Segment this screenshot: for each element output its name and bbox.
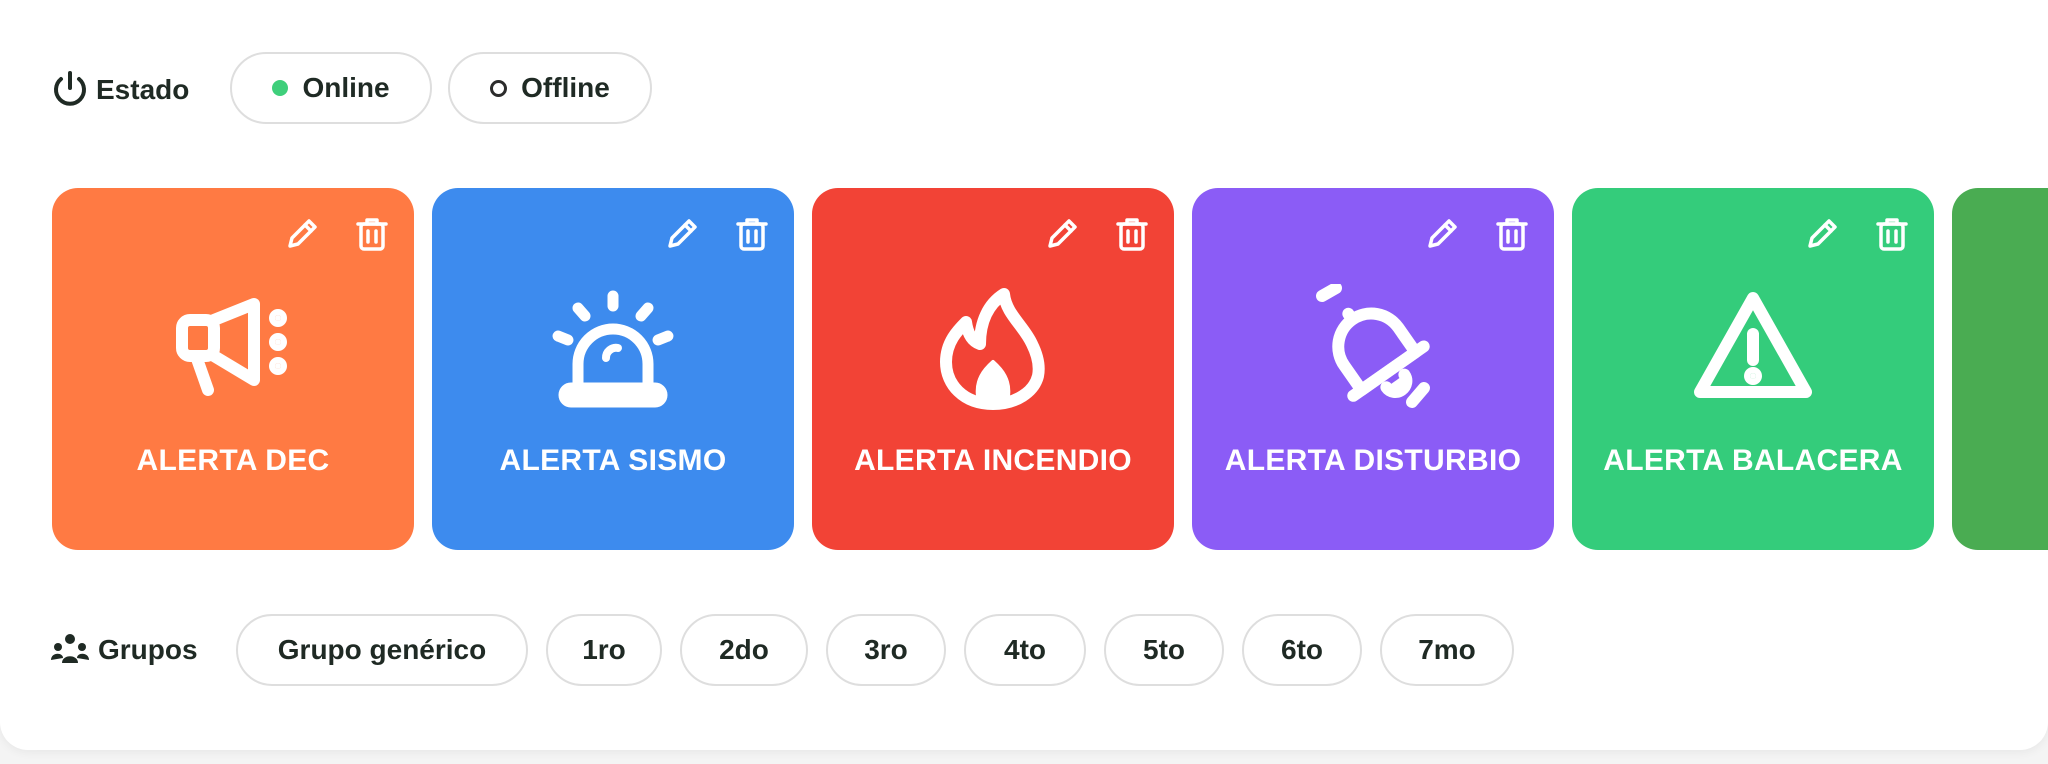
grupos-label: Grupos — [98, 634, 198, 665]
megaphone-icon — [168, 284, 298, 414]
users-group-icon — [50, 630, 90, 670]
group-chip-4to[interactable]: 4to — [964, 614, 1086, 686]
group-chip-label: 1ro — [582, 634, 626, 665]
alert-card-sismo[interactable]: ALERTA SISMO — [432, 188, 794, 550]
alert-panel: Estado Online Offline ALERTA DEC ALERTA … — [0, 0, 2048, 750]
alert-card-disturbio[interactable]: ALERTA DISTURBIO — [1192, 188, 1554, 550]
online-dot-icon — [272, 80, 289, 96]
alert-card-partial[interactable] — [1952, 188, 2048, 550]
group-chip-7mo[interactable]: 7mo — [1380, 614, 1514, 686]
group-chip-label: 3ro — [864, 634, 908, 665]
offline-dot-icon — [490, 79, 508, 97]
alert-title: ALERTA SISMO — [499, 444, 727, 477]
status-offline-label: Offline — [521, 72, 610, 103]
bell-off-icon — [1308, 284, 1438, 414]
alert-title: ALERTA INCENDIO — [854, 444, 1132, 477]
group-chip-label: 2do — [719, 634, 769, 665]
delete-trash-icon[interactable] — [732, 214, 772, 254]
alert-title: ALERTA DISTURBIO — [1224, 444, 1522, 477]
alert-title: ALERTA BALACERA — [1603, 444, 1903, 477]
group-chip-label: 7mo — [1418, 634, 1476, 665]
edit-pencil-icon[interactable] — [1422, 214, 1462, 254]
estado-label: Estado — [96, 74, 190, 105]
grupos-label-group: Grupos — [50, 630, 198, 670]
alert-card-incendio[interactable]: ALERTA INCENDIO — [812, 188, 1174, 550]
alert-title: ALERTA DEC — [136, 444, 330, 477]
group-chip-6to[interactable]: 6to — [1242, 614, 1362, 686]
group-chip-2do[interactable]: 2do — [680, 614, 808, 686]
group-chip-label: 5to — [1143, 634, 1185, 665]
warning-icon — [1688, 284, 1818, 414]
alert-card-balacera[interactable]: ALERTA BALACERA — [1572, 188, 1934, 550]
group-chip-label: Grupo genérico — [277, 634, 487, 665]
status-offline-button[interactable]: Offline — [448, 52, 652, 124]
edit-pencil-icon[interactable] — [1802, 214, 1842, 254]
group-chip-generico[interactable]: Grupo genérico — [236, 614, 528, 686]
group-chip-label: 6to — [1281, 634, 1323, 665]
siren-icon — [548, 284, 678, 414]
edit-pencil-icon[interactable] — [1042, 214, 1082, 254]
status-online-button[interactable]: Online — [230, 52, 432, 124]
power-icon — [52, 70, 88, 110]
group-chip-1ro[interactable]: 1ro — [546, 614, 662, 686]
fire-icon — [928, 284, 1058, 414]
estado-label-group: Estado — [52, 70, 189, 110]
delete-trash-icon[interactable] — [352, 214, 392, 254]
alert-card-dec[interactable]: ALERTA DEC — [52, 188, 414, 550]
delete-trash-icon[interactable] — [1112, 214, 1152, 254]
group-chip-label: 4to — [1004, 634, 1046, 665]
edit-pencil-icon[interactable] — [282, 214, 322, 254]
group-chip-3ro[interactable]: 3ro — [826, 614, 946, 686]
group-chip-5to[interactable]: 5to — [1104, 614, 1224, 686]
delete-trash-icon[interactable] — [1492, 214, 1532, 254]
delete-trash-icon[interactable] — [1872, 214, 1912, 254]
edit-pencil-icon[interactable] — [662, 214, 702, 254]
status-online-label: Online — [302, 72, 390, 103]
